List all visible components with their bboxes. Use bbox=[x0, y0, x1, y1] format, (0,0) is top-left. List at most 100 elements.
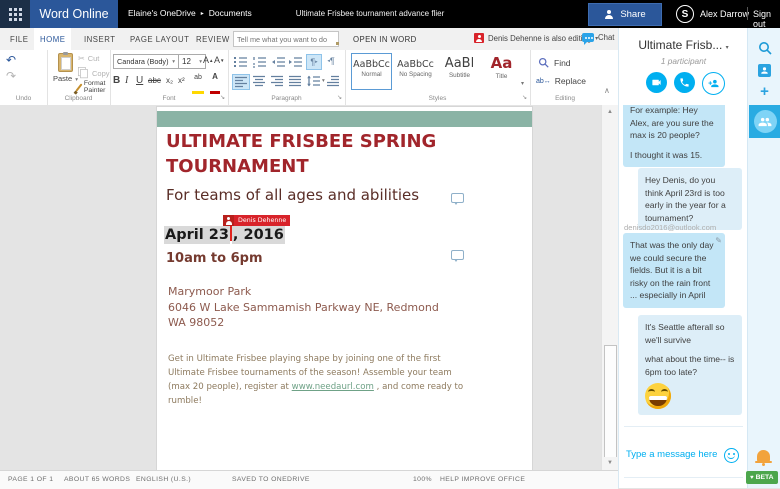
superscript-button[interactable]: x² bbox=[178, 76, 185, 85]
chat-toggle-button[interactable]: Chat bbox=[582, 33, 614, 42]
beta-badge[interactable]: ♥BETA bbox=[746, 471, 778, 484]
highlight-color-icon bbox=[192, 91, 204, 94]
chat-message-input[interactable] bbox=[624, 448, 723, 461]
font-size-select[interactable]: 12▾ bbox=[178, 54, 206, 69]
bullets-button[interactable] bbox=[233, 56, 248, 68]
new-conversation-button[interactable]: + bbox=[748, 85, 780, 99]
styles-gallery-more-button[interactable]: ▾ bbox=[521, 80, 524, 87]
group-label-styles: Styles bbox=[345, 95, 530, 102]
font-color-icon bbox=[210, 91, 220, 94]
align-left-button[interactable] bbox=[232, 74, 250, 90]
word-count-status[interactable]: ABOUT 65 WORDS bbox=[64, 476, 130, 483]
document-scrollbar[interactable]: ▲ ▼ bbox=[601, 105, 618, 470]
tell-me-box bbox=[233, 31, 339, 47]
chat-participant-count: 1 participant bbox=[619, 56, 748, 66]
open-in-word-button[interactable]: OPEN IN WORD bbox=[353, 35, 417, 44]
align-center-button[interactable] bbox=[252, 75, 266, 87]
ltr-paragraph-button[interactable]: ¶▸ bbox=[306, 54, 322, 70]
increase-indent-button[interactable] bbox=[288, 56, 303, 68]
redo-button[interactable]: ↷ bbox=[6, 69, 16, 83]
tab-home[interactable]: HOME bbox=[34, 28, 71, 50]
replace-button[interactable]: ab↔ Replace bbox=[536, 76, 586, 86]
copy-button[interactable]: Copy bbox=[78, 67, 110, 80]
style-normal[interactable]: AaBbCc Normal bbox=[351, 53, 392, 90]
app-title: Word Online bbox=[30, 0, 118, 28]
grow-font-button[interactable]: A▲ bbox=[203, 55, 213, 65]
shrink-font-button[interactable]: A▼ bbox=[214, 55, 224, 65]
chat-conversation-title[interactable]: Ultimate Frisb... ▾ bbox=[619, 38, 748, 52]
chat-input-row bbox=[619, 442, 748, 470]
chat-message-list[interactable]: For example: Hey Alex, are you sure the … bbox=[619, 105, 748, 425]
format-painter-button[interactable]: Format Painter bbox=[78, 80, 112, 94]
scroll-up-button[interactable]: ▲ bbox=[603, 106, 617, 118]
language-status[interactable]: ENGLISH (U.S.) bbox=[136, 476, 191, 483]
paste-button[interactable]: Paste ▾ bbox=[53, 53, 78, 83]
scrollbar-thumb[interactable] bbox=[604, 345, 617, 459]
subscript-button[interactable]: x₂ bbox=[166, 76, 173, 85]
find-button[interactable]: Find bbox=[538, 57, 571, 68]
help-improve-office-link[interactable]: HELP IMPROVE OFFICE bbox=[440, 476, 525, 483]
rtl-paragraph-button[interactable]: ◂¶ bbox=[324, 54, 338, 68]
user-name[interactable]: Alex Darrow bbox=[700, 9, 749, 19]
undo-button[interactable]: ↶ bbox=[6, 53, 16, 67]
tab-page-layout[interactable]: PAGE LAYOUT bbox=[124, 28, 195, 50]
comment-icon[interactable] bbox=[451, 193, 464, 203]
document-page[interactable]: ULTIMATE FRISBEE SPRING TOURNAMENT For t… bbox=[156, 106, 533, 470]
skype-icon[interactable]: S bbox=[676, 5, 694, 23]
breadcrumb-owner[interactable]: Elaine's OneDrive bbox=[128, 8, 196, 18]
document-canvas[interactable]: ULTIMATE FRISBEE SPRING TOURNAMENT For t… bbox=[0, 105, 601, 470]
notification-bell-icon[interactable] bbox=[757, 450, 770, 461]
add-participant-button[interactable] bbox=[702, 72, 725, 95]
style-title[interactable]: Aa Title bbox=[481, 53, 522, 90]
special-indent-button[interactable] bbox=[326, 75, 340, 87]
coauthor-editing-status[interactable]: Denis Dehenne is also editing ▾ bbox=[474, 33, 598, 43]
share-icon bbox=[604, 10, 615, 19]
italic-button[interactable]: I bbox=[125, 75, 128, 86]
edited-pencil-icon: ✎ bbox=[715, 235, 722, 248]
ribbon: ↶ ↷ Undo Paste ▾ ✂ Cut Copy Format Paint… bbox=[0, 50, 618, 106]
ribbon-group-font: Candara (Body)▾ 12▾ A▲ A▼ B I U abc x₂ x… bbox=[110, 50, 229, 105]
tab-review[interactable]: REVIEW bbox=[190, 28, 236, 50]
scroll-down-button[interactable]: ▼ bbox=[603, 457, 617, 469]
search-button[interactable] bbox=[748, 41, 780, 55]
coauthor-presence-flag[interactable]: Denis Dehenne bbox=[223, 215, 290, 226]
tab-insert[interactable]: INSERT bbox=[78, 28, 121, 50]
active-conversation-button[interactable] bbox=[749, 105, 780, 138]
line-spacing-button[interactable]: ▾ bbox=[306, 75, 325, 87]
save-status: SAVED TO ONEDRIVE bbox=[232, 476, 310, 483]
voice-call-button[interactable] bbox=[674, 72, 695, 93]
breadcrumb-separator-icon: ▸ bbox=[201, 10, 204, 17]
bold-button[interactable]: B bbox=[113, 75, 120, 86]
zoom-level[interactable]: 100% bbox=[413, 476, 432, 483]
video-call-button[interactable] bbox=[646, 72, 667, 93]
tab-file[interactable]: FILE bbox=[4, 28, 34, 50]
chat-bubble-icon bbox=[582, 33, 594, 42]
style-subtitle[interactable]: AaBl Subtitle bbox=[439, 53, 480, 90]
conversation-avatar bbox=[754, 110, 777, 133]
chat-sender-email: denisdo2016@outlook.com bbox=[624, 223, 716, 232]
strikethrough-button[interactable]: abc bbox=[148, 76, 161, 85]
style-no-spacing[interactable]: AaBbCc No Spacing bbox=[395, 53, 436, 90]
app-launcher-button[interactable] bbox=[0, 0, 30, 28]
emoticon-picker-icon[interactable] bbox=[724, 448, 739, 463]
doc-address-block: Marymoor Park 6046 W Lake Sammamish Park… bbox=[168, 284, 439, 331]
breadcrumb-folder[interactable]: Documents bbox=[209, 8, 252, 18]
numbering-button[interactable] bbox=[252, 56, 267, 68]
contacts-button[interactable] bbox=[748, 64, 780, 77]
registration-link[interactable]: www.needaurl.com bbox=[292, 382, 374, 392]
cut-button[interactable]: ✂ Cut bbox=[78, 54, 99, 63]
justify-button[interactable] bbox=[288, 75, 302, 87]
breadcrumb: Elaine's OneDrive ▸ Documents bbox=[128, 8, 252, 18]
font-name-select[interactable]: Candara (Body)▾ bbox=[113, 54, 179, 69]
underline-button[interactable]: U bbox=[136, 75, 143, 86]
decrease-indent-button[interactable] bbox=[271, 56, 286, 68]
comment-icon[interactable] bbox=[451, 250, 464, 260]
collapse-ribbon-button[interactable]: ∧ bbox=[604, 86, 610, 95]
tell-me-input[interactable] bbox=[234, 35, 334, 44]
align-right-button[interactable] bbox=[270, 75, 284, 87]
divider bbox=[624, 477, 743, 478]
share-button[interactable]: Share bbox=[588, 3, 662, 26]
sign-out-link[interactable]: Sign out bbox=[753, 9, 780, 29]
group-label-paragraph: Paragraph bbox=[228, 95, 345, 102]
brush-icon bbox=[75, 83, 82, 91]
